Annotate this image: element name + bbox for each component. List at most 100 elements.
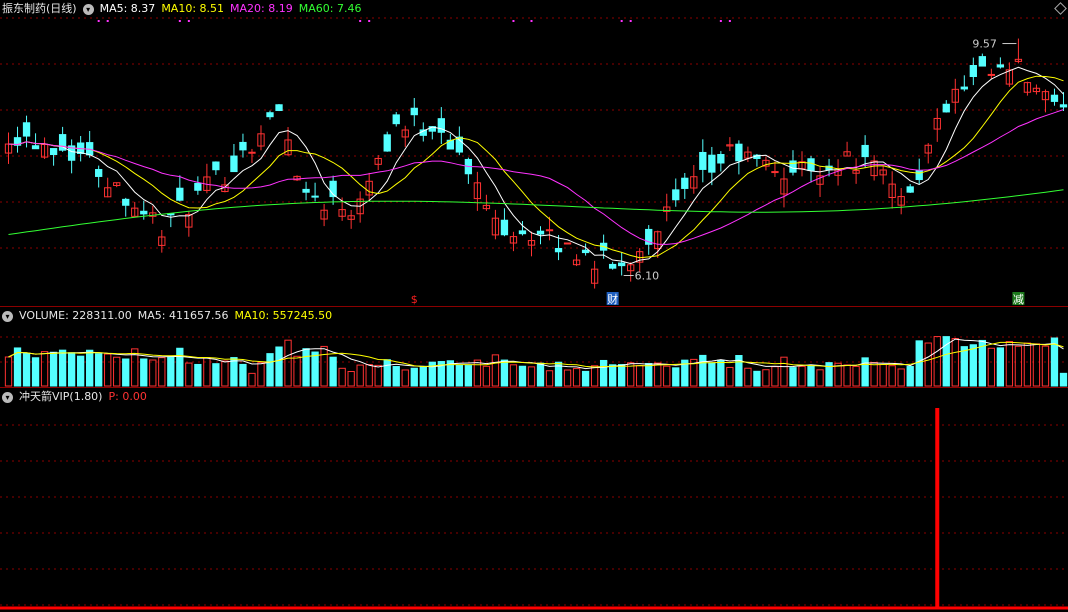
signal-dot [530, 20, 533, 22]
volume-bar [518, 365, 527, 387]
volume-bar [987, 347, 996, 387]
candle-body [536, 230, 545, 235]
candle-body [518, 230, 527, 235]
candle-body [942, 103, 950, 113]
candle-body [708, 154, 716, 173]
candle-body [996, 64, 1005, 68]
volume-bar [311, 351, 319, 387]
volume-bar [293, 355, 301, 387]
signal-dot [106, 20, 109, 22]
volume-bar [419, 366, 427, 387]
volume-bar [861, 357, 869, 387]
candle-body [383, 134, 391, 152]
volume-bar [149, 359, 157, 387]
volume-bar [590, 365, 599, 387]
volume-bar [744, 367, 752, 387]
volume-bar [618, 364, 626, 387]
volume-bar [338, 367, 346, 387]
indicator-spike [935, 408, 940, 608]
candle-body [410, 107, 418, 116]
candle-body [1050, 94, 1059, 102]
volume-bar [509, 364, 518, 387]
volume-bar [266, 353, 274, 387]
indicator-pane[interactable]: ▾ 冲天箭VIP(1.80) P: 0.00 [0, 388, 1068, 612]
volume-bar [455, 364, 464, 387]
volume-bar [870, 362, 878, 387]
volume-bar [473, 359, 482, 387]
high-price-label: 9.57 [972, 38, 997, 51]
ma20-label: MA20: 8.19 [230, 2, 293, 15]
volume-bar [22, 353, 31, 387]
candle-body [248, 151, 256, 154]
indicator-chart [0, 408, 1068, 610]
volume-label: VOLUME: 228311.00 [19, 309, 132, 322]
volume-bar [762, 369, 770, 387]
signal-dot [187, 20, 190, 22]
candle-body [608, 263, 617, 269]
candle-body [681, 177, 689, 189]
chevron-down-icon[interactable]: ▾ [2, 310, 13, 322]
candle-body [266, 112, 274, 118]
volume-bar [500, 359, 509, 387]
volume-ma10-line [8, 341, 1064, 368]
volume-bar [942, 336, 950, 387]
candle-body [275, 104, 283, 111]
candle-body [906, 186, 914, 193]
candle-body [392, 114, 400, 125]
ma5-label: MA5: 8.37 [99, 2, 156, 15]
volume-bar [239, 363, 247, 387]
stock-title: 振东制药(日线) [2, 2, 77, 15]
volume-bar [536, 362, 545, 387]
volume-bar [383, 359, 391, 387]
volume-bar [140, 358, 148, 387]
volume-bar [329, 356, 337, 387]
volume-bar [122, 358, 130, 387]
chevron-down-icon[interactable]: ▾ [2, 391, 13, 403]
volume-bar [672, 367, 680, 387]
volume-bar [654, 362, 662, 387]
volume-ma5-label: MA5: 411657.56 [137, 309, 229, 322]
volume-bar [392, 366, 400, 387]
volume-bar [320, 345, 328, 387]
volume-bar [248, 372, 256, 387]
candle-body [140, 210, 148, 215]
volume-bar [969, 344, 977, 387]
volume-bar [852, 365, 860, 387]
candle-body [194, 182, 202, 191]
volume-bar [1014, 345, 1023, 387]
ma10-line [8, 75, 1064, 259]
event-marker: 财 [607, 292, 618, 306]
volume-bar [176, 347, 184, 387]
volume-bar [906, 366, 914, 387]
candle-body [122, 198, 130, 206]
volume-bar [608, 364, 617, 387]
volume-bar [221, 360, 229, 387]
volume-bar [1059, 372, 1068, 387]
candle-body [807, 158, 815, 172]
price-pane[interactable]: 振东制药(日线) ▾ MA5: 8.37 MA10: 8.51 MA20: 8.… [0, 0, 1068, 306]
event-marker: $ [411, 293, 418, 306]
volume-bar [924, 342, 932, 387]
candle-body [311, 195, 319, 198]
volume-bar [807, 365, 815, 387]
volume-bar [1032, 343, 1041, 387]
volume-bar [771, 366, 779, 387]
candle-body [915, 170, 923, 181]
volume-bar [915, 340, 923, 387]
volume-pane[interactable]: ▾ VOLUME: 228311.00 MA5: 411657.56 MA10:… [0, 307, 1068, 387]
volume-bar [95, 353, 103, 387]
volume-bar [464, 365, 473, 387]
chevron-down-icon[interactable]: ▾ [82, 3, 94, 15]
volume-bar [816, 369, 824, 387]
candle-body [49, 148, 58, 156]
candle-body [672, 189, 680, 201]
volume-bar [545, 370, 554, 387]
volume-bar [167, 356, 175, 387]
ma5-line [8, 66, 1064, 265]
volume-ma10-label: MA10: 557245.50 [234, 309, 333, 322]
volume-bar [491, 354, 500, 387]
volume-bar [76, 355, 85, 387]
volume-bar [86, 349, 94, 387]
volume-bar [356, 364, 364, 387]
volume-bar [753, 370, 761, 387]
